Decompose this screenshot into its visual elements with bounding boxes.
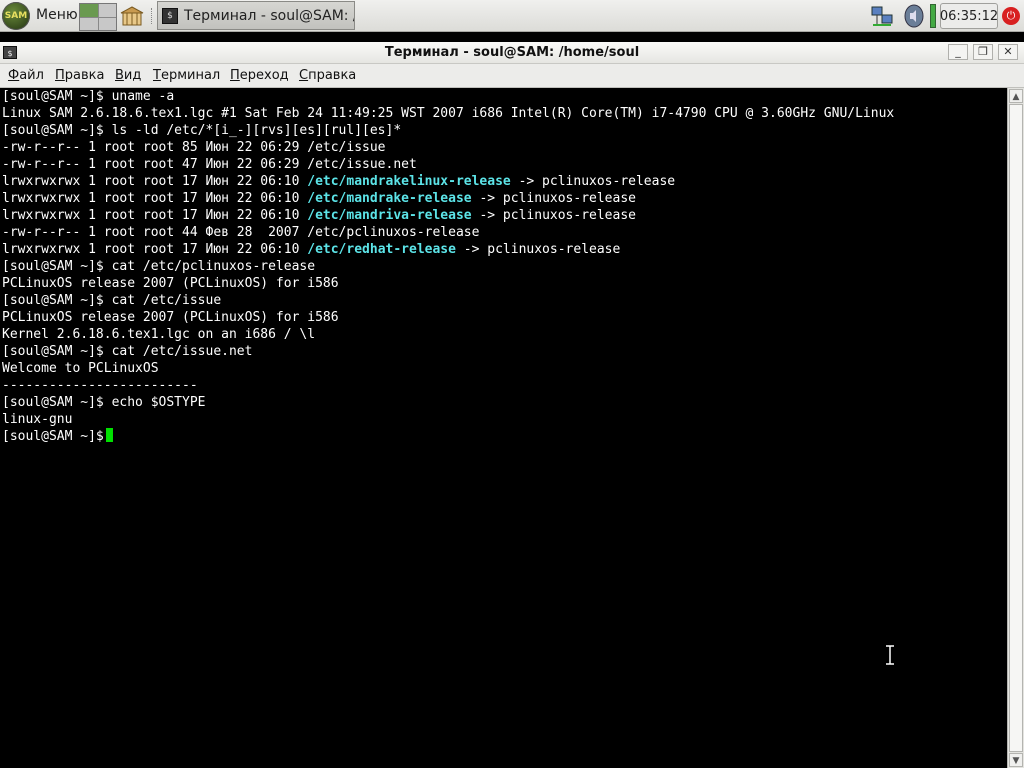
- menu-terminal[interactable]: Терминал: [153, 68, 220, 83]
- terminal-area[interactable]: [soul@SAM ~]$ uname -a Linux SAM 2.6.18.6…: [0, 88, 1007, 768]
- scroll-up-icon[interactable]: ▲: [1009, 89, 1023, 103]
- menu-go[interactable]: Переход: [230, 68, 289, 83]
- terminal-line: [soul@SAM ~]$ cat /etc/pclinuxos-release: [2, 259, 316, 274]
- symlink-path: /etc/mandrake-release: [307, 191, 472, 206]
- terminal-line: lrwxrwxrwx 1 root root 17 Июн 22 06:10 /…: [2, 208, 636, 223]
- home-folder-icon[interactable]: [120, 6, 144, 26]
- battery-indicator: [930, 4, 936, 28]
- terminal-line: PCLinuxOS release 2007 (PCLinuxOS) for i…: [2, 276, 339, 291]
- terminal-line: lrwxrwxrwx 1 root root 17 Июн 22 06:10 /…: [2, 174, 676, 189]
- maximize-button[interactable]: ❐: [973, 44, 993, 60]
- menu-file[interactable]: Файл: [8, 68, 44, 83]
- network-icon[interactable]: [870, 5, 894, 27]
- terminal-line: [soul@SAM ~]$ cat /etc/issue.net: [2, 344, 253, 359]
- symlink-path: /etc/mandrakelinux-release: [307, 174, 511, 189]
- volume-icon[interactable]: [903, 4, 925, 28]
- terminal-icon: $: [162, 7, 178, 24]
- text-cursor-icon: [886, 645, 894, 665]
- window-title: Терминал - soul@SAM: /home/soul: [384, 45, 640, 60]
- terminal-line: [soul@SAM ~]$ ls -ld /etc/*[i_-][rvs][es…: [2, 123, 402, 138]
- workspace-1[interactable]: [80, 4, 98, 17]
- panel-gap: [0, 32, 1024, 42]
- clock[interactable]: 06:35:12: [940, 3, 998, 29]
- symlink-path: /etc/redhat-release: [307, 242, 456, 257]
- terminal-line: -------------------------: [2, 378, 198, 393]
- menubar: Файл Правка Вид Терминал Переход Справка: [0, 64, 1024, 88]
- terminal-line: [soul@SAM ~]$: [2, 428, 894, 445]
- main-menu-button[interactable]: Меню: [36, 7, 78, 23]
- workspace-pager[interactable]: [79, 3, 117, 31]
- menu-edit[interactable]: Правка: [55, 68, 104, 83]
- terminal-line: Welcome to PCLinuxOS: [2, 361, 159, 376]
- terminal-line: PCLinuxOS release 2007 (PCLinuxOS) for i…: [2, 310, 339, 325]
- window-titlebar[interactable]: $ Терминал - soul@SAM: /home/soul _ ❐ ✕: [0, 42, 1024, 64]
- terminal-line: linux-gnu: [2, 412, 73, 427]
- close-button[interactable]: ✕: [998, 44, 1018, 60]
- terminal-line: [soul@SAM ~]$ cat /etc/issue: [2, 293, 222, 308]
- panel-separator: [151, 8, 154, 24]
- minimize-button[interactable]: _: [948, 44, 968, 60]
- terminal-line: -rw-r--r-- 1 root root 44 Фев 28 2007 /e…: [2, 225, 480, 240]
- workspace-3[interactable]: [80, 17, 98, 30]
- terminal-line: [soul@SAM ~]$ uname -a: [2, 89, 175, 104]
- symlink-path: /etc/mandriva-release: [307, 208, 472, 223]
- scrollbar-thumb[interactable]: [1009, 104, 1023, 752]
- terminal-line: -rw-r--r-- 1 root root 47 Июн 22 06:29 /…: [2, 157, 417, 172]
- terminal-cursor: [105, 428, 113, 442]
- top-panel: SAM Меню $ Терминал - soul@SAM: /... 06:…: [0, 0, 1024, 32]
- workspace-2[interactable]: [98, 4, 116, 17]
- scroll-down-icon[interactable]: ▼: [1009, 753, 1023, 767]
- terminal-output: [soul@SAM ~]$ uname -a Linux SAM 2.6.18.6…: [2, 88, 894, 445]
- terminal-line: Kernel 2.6.18.6.tex1.lgc on an i686 / \l: [2, 327, 316, 342]
- terminal-scrollbar[interactable]: ▲ ▼: [1007, 88, 1024, 768]
- terminal-line: Linux SAM 2.6.18.6.tex1.lgc #1 Sat Feb 2…: [2, 106, 895, 121]
- terminal-line: -rw-r--r-- 1 root root 85 Июн 22 06:29 /…: [2, 140, 386, 155]
- power-icon[interactable]: ⏻: [1002, 7, 1020, 25]
- terminal-line: lrwxrwxrwx 1 root root 17 Июн 22 06:10 /…: [2, 242, 621, 257]
- menu-help[interactable]: Справка: [299, 68, 356, 83]
- terminal-line: [soul@SAM ~]$ echo $OSTYPE: [2, 395, 206, 410]
- taskbar-terminal-button[interactable]: $ Терминал - soul@SAM: /...: [157, 1, 355, 30]
- taskbar-terminal-label: Терминал - soul@SAM: /...: [184, 7, 355, 24]
- terminal-line: lrwxrwxrwx 1 root root 17 Июн 22 06:10 /…: [2, 191, 636, 206]
- workspace-4[interactable]: [98, 17, 116, 30]
- menu-view[interactable]: Вид: [115, 68, 141, 83]
- sam-logo-icon[interactable]: SAM: [2, 2, 30, 30]
